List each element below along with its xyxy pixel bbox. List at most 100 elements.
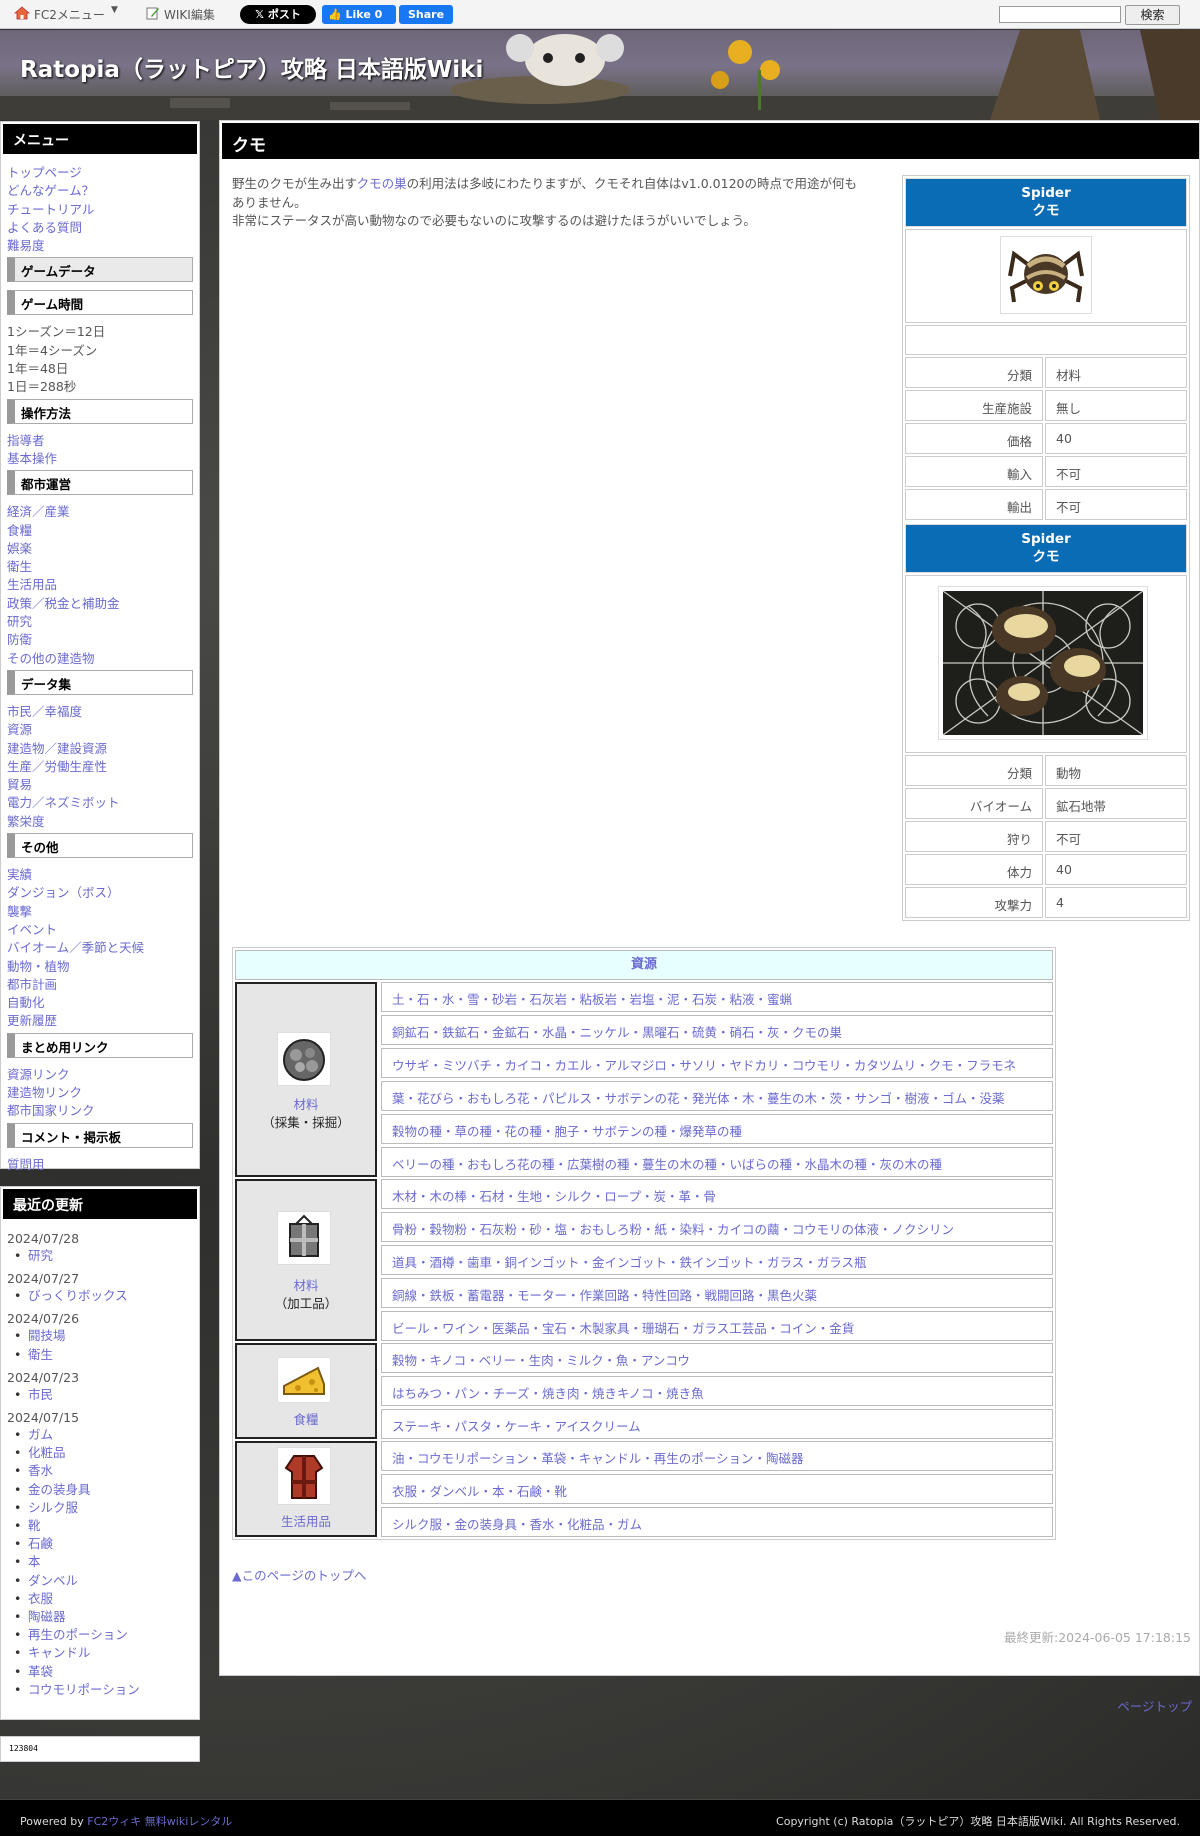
sidebar-item-hygiene[interactable]: 衛生 [7,558,193,576]
x-post-button[interactable]: 𝕏 ポスト [240,5,316,24]
sidebar-item-research[interactable]: 研究 [7,613,193,631]
sidebar-item-building-links[interactable]: 建造物リンク [7,1084,193,1102]
category-materials-link[interactable]: 材料 [237,1094,375,1113]
sidebar-item-difficulty[interactable]: 難易度 [7,237,193,255]
search-input[interactable] [999,6,1121,23]
update-item[interactable]: 衣服 [7,1590,193,1608]
sidebar-item-raids[interactable]: 襲撃 [7,903,193,921]
category-link[interactable]: 材料 [1045,357,1187,388]
spider-icon [1000,236,1092,314]
category-daily-goods-link[interactable]: 生活用品 [237,1511,375,1530]
search-button[interactable]: 検索 [1125,5,1180,25]
infobox-row: 分類 材料 [905,357,1187,388]
sidebar-item-prosperity[interactable]: 繁栄度 [7,813,193,831]
sidebar-item-what-game[interactable]: どんなゲーム？ [7,182,193,200]
resource-row[interactable]: ウサギ・ミツバチ・カイコ・カエル・アルマジロ・サソリ・ヤドカリ・コウモリ・カタツ… [381,1048,1053,1078]
update-item[interactable]: 闘技場 [7,1327,193,1345]
sidebar-item-dungeon[interactable]: ダンジョン（ボス） [7,884,193,902]
update-item[interactable]: ダンベル [7,1572,193,1590]
fc2-toolbar: FC2メニュー ▼ WIKI編集 𝕏 ポスト 👍 Like 0 Share 検索 [0,0,1200,29]
resource-row[interactable]: ベリーの種・おもしろ花の種・広葉樹の種・蔓生の木の種・いばらの種・水晶木の種・灰… [381,1147,1053,1177]
resource-row[interactable]: 葉・花びら・おもしろ花・パピルス・サボテンの花・発光体・木・蔓生の木・茨・サンゴ… [381,1081,1053,1111]
resource-row[interactable]: ステーキ・パスタ・ケーキ・アイスクリーム [381,1409,1053,1439]
sidebar-item-food[interactable]: 食糧 [7,522,193,540]
sidebar-item-resources[interactable]: 資源 [7,721,193,739]
fc2-menu-link[interactable]: FC2メニュー [34,6,105,23]
back-to-top-link[interactable]: ▲このページのトップへ [232,1565,366,1584]
update-item[interactable]: びっくりボックス [7,1287,193,1305]
wiki-edit-link[interactable]: WIKI編集 [164,6,215,23]
resource-row[interactable]: 骨粉・穀物粉・石灰粉・砂・塩・おもしろ粉・紙・染料・カイコの繭・コウモリの体液・… [381,1212,1053,1242]
resource-row[interactable]: 穀物・キノコ・ベリー・生肉・ミルク・魚・アンコウ [381,1343,1053,1373]
resource-row[interactable]: はちみつ・パン・チーズ・焼き肉・焼きキノコ・焼き魚 [381,1376,1053,1406]
sidebar-item-top[interactable]: トップページ [7,164,193,182]
update-item[interactable]: シルク服 [7,1499,193,1517]
sidebar-item-trade[interactable]: 貿易 [7,776,193,794]
update-item[interactable]: 衛生 [7,1346,193,1364]
sidebar-item-faq[interactable]: よくある質問 [7,219,193,237]
spider-web-link[interactable]: クモの巣 [357,176,407,191]
update-item[interactable]: 香水 [7,1462,193,1480]
update-item[interactable]: 石鹸 [7,1535,193,1553]
update-item[interactable]: コウモリポーション [7,1681,193,1699]
resource-row[interactable]: 銅線・鉄板・蓄電器・モーター・作業回路・特性回路・戦闘回路・黒色火薬 [381,1278,1053,1308]
page-top-link[interactable]: ページトップ [1117,1696,1192,1715]
update-item[interactable]: ガム [7,1426,193,1444]
sidebar-item-economy[interactable]: 経済／産業 [7,503,193,521]
clothes-icon [277,1447,331,1505]
sidebar-item-biome[interactable]: バイオーム／季節と天候 [7,939,193,957]
sidebar-item-tutorial[interactable]: チュートリアル [7,201,193,219]
sidebar-item-animals-plants[interactable]: 動物・植物 [7,958,193,976]
category-processed-link[interactable]: 材料 [237,1275,375,1294]
resource-row[interactable]: ビール・ワイン・医薬品・宝石・木製家具・珊瑚石・ガラス工芸品・コイン・金貨 [381,1311,1053,1341]
update-item[interactable]: キャンドル [7,1644,193,1662]
sidebar-item-citizens[interactable]: 市民／幸福度 [7,703,193,721]
resource-row[interactable]: 銅鉱石・鉄鉱石・金鉱石・水晶・ニッケル・黒曜石・硫黄・硝石・灰・クモの巣 [381,1015,1053,1045]
sidebar-item-achievements[interactable]: 実績 [7,866,193,884]
sidebar-item-changelog[interactable]: 更新履歴 [7,1012,193,1030]
update-item[interactable]: 化粧品 [7,1444,193,1462]
fc2wiki-link[interactable]: FC2ウィキ 無料wikiレンタル [87,1815,232,1828]
sidebar-item-defense[interactable]: 防衛 [7,631,193,649]
sidebar-item-power[interactable]: 電力／ネズミボット [7,794,193,812]
update-item[interactable]: 再生のポーション [7,1626,193,1644]
resource-row[interactable]: 道具・酒樽・歯車・銅インゴット・金インゴット・鉄インゴット・ガラス・ガラス瓶 [381,1245,1053,1275]
infobox-header: Spider クモ [905,178,1187,227]
facebook-share-button[interactable]: Share [399,5,453,24]
update-item[interactable]: 革袋 [7,1663,193,1681]
sidebar-item-buildings[interactable]: 建造物／建設資源 [7,740,193,758]
chevron-down-icon[interactable]: ▼ [111,5,118,15]
sidebar-item-resource-links[interactable]: 資源リンク [7,1066,193,1084]
update-item[interactable]: 本 [7,1553,193,1571]
sidebar-item-leader[interactable]: 指導者 [7,432,193,450]
sidebar-item-events[interactable]: イベント [7,921,193,939]
sidebar-item-other-buildings[interactable]: その他の建造物 [7,650,193,668]
resources-table-title[interactable]: 資源 [235,950,1053,980]
sidebar-item-basic-controls[interactable]: 基本操作 [7,450,193,468]
facebook-like-button[interactable]: 👍 Like 0 [322,5,396,24]
resource-group: 食糧 穀物・キノコ・ベリー・生肉・ミルク・魚・アンコウ はちみつ・パン・チーズ・… [235,1343,1053,1439]
sidebar-item-automation[interactable]: 自動化 [7,994,193,1012]
update-item[interactable]: 靴 [7,1517,193,1535]
sidebar-item-city-planning[interactable]: 都市計画 [7,976,193,994]
update-item[interactable]: 研究 [7,1247,193,1265]
update-item[interactable]: 金の装身具 [7,1481,193,1499]
resource-row[interactable]: シルク服・金の装身具・香水・化粧品・ガム [381,1507,1053,1537]
resource-row[interactable]: 穀物の種・草の種・花の種・胞子・サボテンの種・爆発草の種 [381,1114,1053,1144]
sidebar-item-entertainment[interactable]: 娯楽 [7,540,193,558]
resource-row[interactable]: 木材・木の棒・石材・生地・シルク・ロープ・炭・革・骨 [381,1179,1053,1209]
category-food-link[interactable]: 食糧 [237,1409,375,1428]
sidebar-item-citystate-links[interactable]: 都市国家リンク [7,1102,193,1120]
site-title[interactable]: Ratopia（ラットピア）攻略 日本語版Wiki [20,50,483,84]
resource-row[interactable]: 衣服・ダンベル・本・石鹸・靴 [381,1474,1053,1504]
resource-row[interactable]: 土・石・水・雪・砂岩・石灰岩・粘板岩・岩塩・泥・石炭・粘液・蜜蝋 [381,982,1053,1012]
sidebar-item-daily-goods[interactable]: 生活用品 [7,576,193,594]
sidebar-item-questions[interactable]: 質問用 [7,1156,193,1174]
sidebar-item-production[interactable]: 生産／労働生産性 [7,758,193,776]
sidebar-item-policy[interactable]: 政策／税金と補助金 [7,595,193,613]
update-item[interactable]: 市民 [7,1386,193,1404]
resource-row[interactable]: 油・コウモリポーション・革袋・キャンドル・再生のポーション・陶磁器 [381,1441,1053,1471]
crate-icon [277,1211,331,1265]
infobox-row: 生産施設 無し [905,390,1187,421]
update-item[interactable]: 陶磁器 [7,1608,193,1626]
